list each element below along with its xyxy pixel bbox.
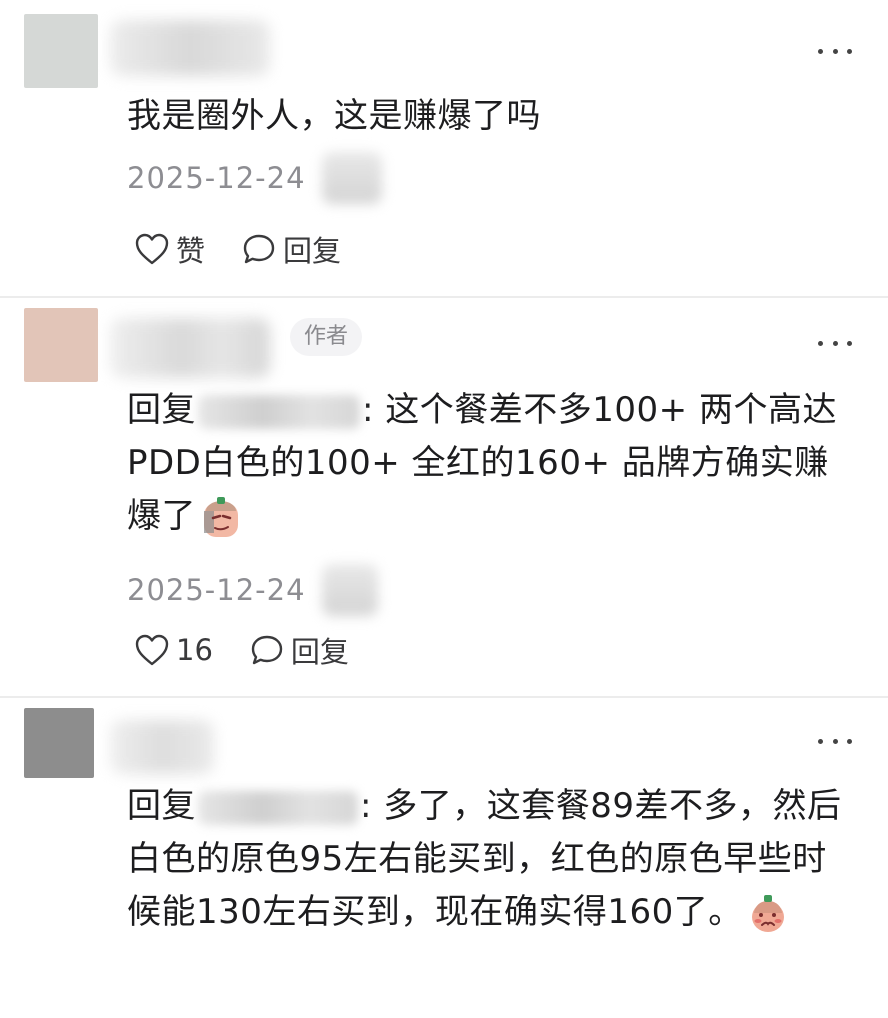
mention-blurred[interactable] — [198, 394, 360, 429]
location-blurred — [321, 152, 382, 204]
author-badge: 作者 — [290, 318, 363, 356]
reply-label: 回复 — [283, 234, 342, 268]
comment-date: 2025-12-24 — [127, 573, 306, 607]
comment-date: 2025-12-24 — [127, 161, 306, 195]
comment-item: 回复: 多了，这套餐89差不多，然后白色的原色95左右能买到，红色的原色早些时候… — [0, 698, 888, 1018]
mention-blurred[interactable] — [198, 790, 358, 825]
reply-prefix: 回复 — [127, 390, 196, 430]
sly-face-emoji — [204, 496, 238, 537]
more-dots-icon[interactable] — [818, 46, 852, 56]
like-count: 16 — [176, 633, 213, 667]
speech-bubble-icon — [251, 635, 283, 665]
like-label: 赞 — [176, 234, 206, 268]
shy-face-emoji — [751, 894, 784, 932]
comment-thread: 我是圈外人，这是赚爆了吗 2025-12-24 赞 回复 作者 回复: 这个餐… — [0, 0, 888, 1018]
heart-icon — [135, 233, 169, 265]
like-button[interactable]: 赞 — [134, 228, 205, 270]
reply-prefix: 回复 — [127, 786, 196, 826]
comment-text: 回复: 多了，这套餐89差不多，然后白色的原色95左右能买到，红色的原色早些时候… — [127, 780, 857, 939]
location-blurred — [321, 564, 378, 616]
avatar[interactable] — [24, 708, 94, 778]
username-blurred[interactable] — [110, 720, 214, 774]
comment-text: 回复: 这个餐差不多100+ 两个高达PDD白色的100+ 全红的160+ 品牌… — [127, 384, 857, 543]
username-blurred[interactable] — [110, 20, 270, 76]
reply-label: 回复 — [290, 635, 349, 669]
more-dots-icon[interactable] — [818, 338, 852, 348]
speech-bubble-icon — [243, 234, 275, 264]
comment-text: 我是圈外人，这是赚爆了吗 — [127, 96, 541, 136]
avatar[interactable] — [24, 308, 98, 382]
username-blurred[interactable] — [110, 318, 270, 378]
comment-item: 作者 回复: 这个餐差不多100+ 两个高达PDD白色的100+ 全红的160+… — [0, 298, 888, 696]
more-dots-icon[interactable] — [818, 736, 852, 746]
like-button[interactable]: 16 — [134, 633, 213, 667]
comment-item: 我是圈外人，这是赚爆了吗 2025-12-24 赞 回复 — [0, 0, 888, 296]
comment-actions: 16 回复 — [134, 629, 385, 671]
comment-meta: 2025-12-24 — [127, 564, 378, 616]
comment-actions: 赞 回复 — [134, 228, 377, 270]
reply-button[interactable]: 回复 — [249, 629, 349, 671]
comment-meta: 2025-12-24 — [127, 152, 382, 204]
avatar[interactable] — [24, 14, 98, 88]
heart-icon — [135, 634, 169, 666]
reply-button[interactable]: 回复 — [241, 228, 341, 270]
